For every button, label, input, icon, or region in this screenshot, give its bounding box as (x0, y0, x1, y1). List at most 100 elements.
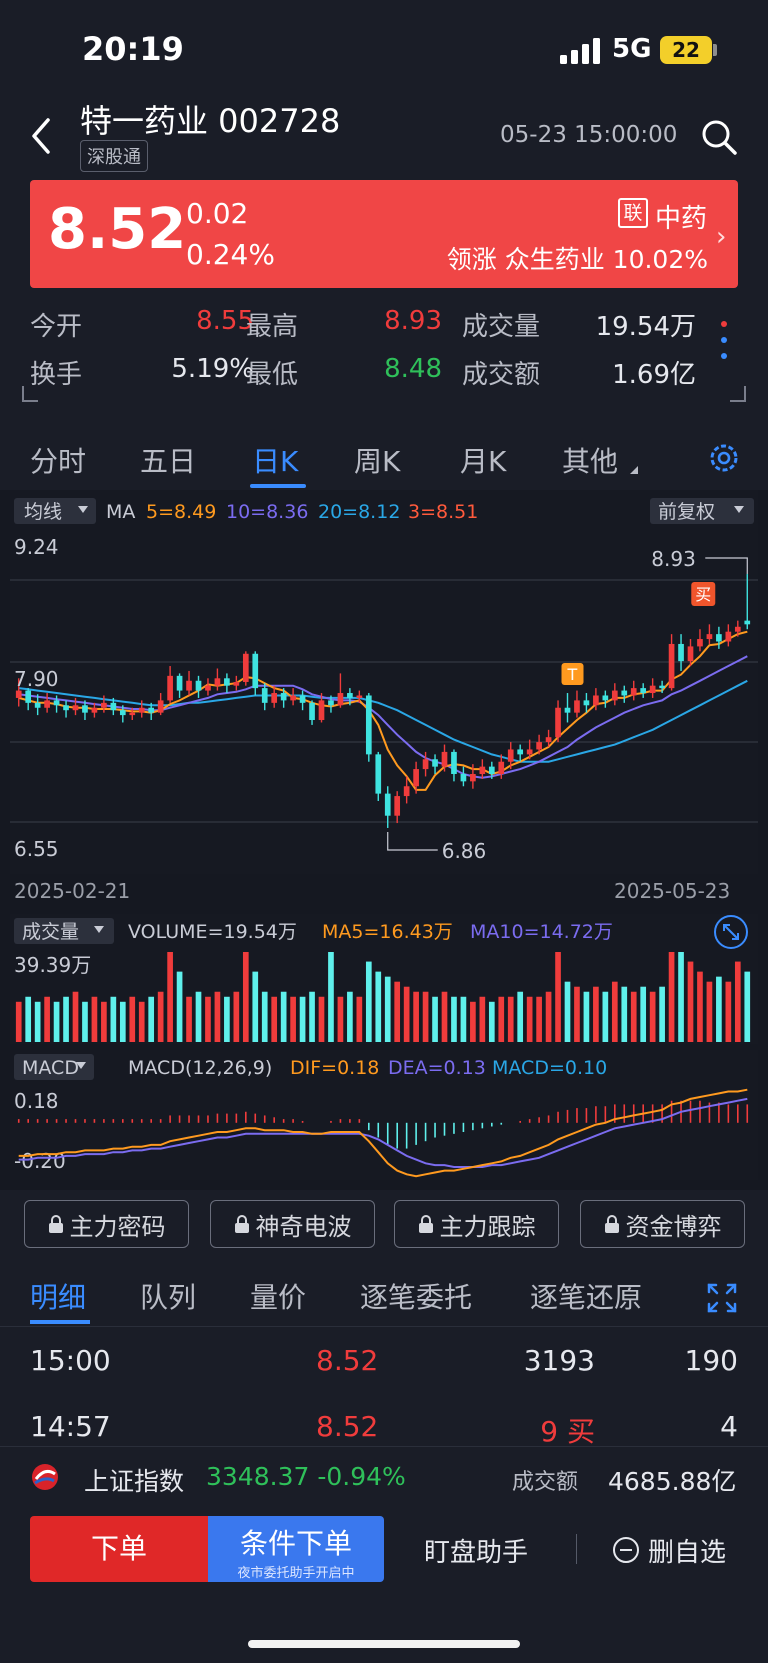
volume-selector-label: 成交量 (22, 921, 79, 943)
volume-bar (72, 991, 79, 1042)
kline-chart[interactable]: 均线 MA 5=8.49 10=8.36 20=8.12 3=8.51 前复权 … (0, 490, 768, 1190)
tab-tick-restore[interactable]: 逐笔还原 (530, 1276, 642, 1316)
index-value: 3348.37 -0.94% (206, 1462, 406, 1491)
volume-bar (536, 996, 542, 1042)
candle-body (290, 695, 296, 701)
volume-bar (15, 1001, 22, 1042)
connect-tag: 深股通 (80, 140, 148, 172)
tab-detail[interactable]: 明细 (30, 1276, 86, 1316)
candle-body (110, 702, 117, 711)
adjust-label: 前复权 (658, 501, 715, 523)
back-arrow-icon[interactable] (26, 112, 56, 160)
more-dots-icon[interactable] (718, 318, 730, 362)
stat-value: 8.93 (384, 306, 442, 336)
main-force-code-label: 主力密码 (69, 1212, 166, 1241)
tab-tick-orders[interactable]: 逐笔委托 (360, 1276, 472, 1316)
volume-value: VOLUME=19.54万 (128, 921, 297, 943)
volume-bar (205, 996, 211, 1042)
tab-daily-k[interactable]: 日K (252, 440, 298, 480)
volume-bar (119, 1001, 126, 1042)
macd-value: MACD=0.10 (492, 1057, 607, 1079)
candle-body (649, 685, 656, 694)
tab-intraday[interactable]: 分时 (30, 440, 86, 480)
volume-bar (507, 996, 514, 1042)
price-change-pct: 0.24% (186, 238, 275, 271)
battery-icon: 22 (660, 36, 712, 64)
buy-marker-label: 买 (695, 585, 711, 604)
volume-bar (545, 991, 552, 1042)
conditional-order-label: 条件下单 (239, 1527, 352, 1560)
trade-volume: 3193 (523, 1344, 595, 1377)
trade-count: 4 (720, 1410, 738, 1443)
stat-label: 成交额 (462, 360, 541, 390)
tab-queue[interactable]: 队列 (140, 1276, 196, 1316)
candle-body (337, 693, 344, 706)
remove-watchlist-button[interactable]: 删自选 (648, 1532, 726, 1569)
detail-tab-underline (30, 1320, 90, 1324)
macd-y-top: 0.18 (14, 1089, 59, 1113)
quote-datetime: 05-23 15:00:00 (500, 122, 678, 148)
sector-name[interactable]: 中药 (655, 198, 707, 235)
fund-game-button[interactable]: 资金博弈 (580, 1200, 745, 1248)
candle-body (545, 737, 552, 743)
conditional-order-button[interactable]: 条件下单 夜市委托助手开启中 (208, 1516, 384, 1582)
trade-count: 190 (684, 1344, 738, 1377)
tab-other[interactable]: 其他 (562, 440, 618, 480)
divider (0, 1326, 768, 1327)
search-icon[interactable] (700, 118, 738, 156)
candle-body (564, 707, 571, 713)
main-force-code-button[interactable]: 主力密码 (24, 1200, 189, 1248)
volume-bar (318, 996, 325, 1042)
price-change: 0.02 (186, 197, 249, 230)
stat-value: 8.48 (384, 354, 442, 384)
index-amount-label: 成交额 (512, 1470, 579, 1495)
volume-ma5: MA5=16.43万 (322, 921, 453, 943)
watch-assistant-button[interactable]: 盯盘助手 (424, 1532, 528, 1569)
candle-body (716, 634, 722, 642)
magic-wave-button[interactable]: 神奇电波 (210, 1200, 375, 1248)
volume-bar (460, 996, 467, 1042)
candle-body (205, 685, 211, 691)
network-type: 5G (612, 34, 652, 64)
candle-body (394, 796, 401, 816)
gear-icon[interactable] (706, 440, 742, 476)
macd-dea: DEA=0.13 (388, 1057, 486, 1079)
candle-body (214, 678, 221, 686)
tab-other-indicator (630, 466, 638, 474)
main-force-tracking-button[interactable]: 主力跟踪 (394, 1200, 559, 1248)
candle-body (479, 766, 486, 774)
t-marker-label: T (567, 665, 578, 684)
battery-tip (713, 44, 717, 56)
candle-body (82, 705, 88, 713)
volume-bar (574, 986, 580, 1042)
chevron-right-icon[interactable]: › (716, 222, 726, 252)
tab-monthly-k[interactable]: 月K (460, 440, 506, 480)
volume-bar (44, 996, 50, 1042)
stat-value: 19.54万 (595, 312, 696, 342)
candle-body (347, 693, 353, 698)
order-button[interactable]: 下单 (30, 1516, 208, 1582)
volume-bar (716, 976, 722, 1042)
macd-params: MACD(12,26,9) (128, 1057, 272, 1079)
macd-selector-label: MACD (22, 1057, 79, 1079)
minus-circle-icon[interactable] (612, 1536, 640, 1564)
volume-bar (195, 991, 202, 1042)
tab-weekly-k[interactable]: 周K (354, 440, 400, 480)
signal-icon (560, 38, 600, 64)
volume-bar (498, 996, 505, 1042)
fullscreen-icon[interactable] (706, 1282, 738, 1314)
candle-body (659, 685, 665, 689)
candle-body (252, 653, 259, 689)
candle-body (725, 631, 732, 642)
candle-body (630, 688, 637, 696)
lock-icon (604, 1215, 619, 1233)
ma20-label: 20=8.12 (318, 501, 400, 523)
trade-time: 14:57 (30, 1410, 111, 1443)
x-axis-end: 2025-05-23 (614, 879, 730, 903)
lock-icon (234, 1215, 249, 1233)
index-name[interactable]: 上证指数 (84, 1462, 184, 1498)
tab-volume-price[interactable]: 量价 (250, 1276, 306, 1316)
candle-body (309, 702, 315, 721)
volume-bar (687, 961, 694, 1042)
tab-five-day[interactable]: 五日 (140, 440, 196, 480)
